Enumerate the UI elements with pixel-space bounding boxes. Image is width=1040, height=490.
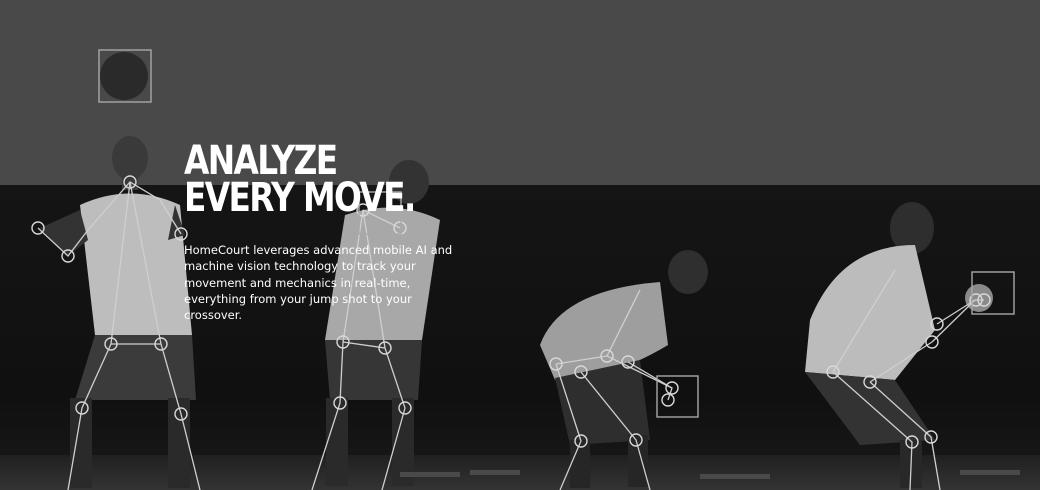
basketball-1 (100, 52, 148, 100)
court-floor-pattern (400, 470, 1020, 479)
player-figure-3 (540, 250, 708, 488)
hero-description: HomeCourt leverages advanced mobile AI a… (184, 243, 453, 323)
headline-line-2: EVERY MOVE. (184, 175, 416, 221)
hero-section: ANALYZE EVERY MOVE. HomeCourt leverages … (0, 0, 1040, 490)
player-tracking-image (31, 49, 1020, 490)
hero-headline: ANALYZE EVERY MOVE. (184, 141, 416, 221)
player-figure-4 (805, 202, 935, 488)
player-figure-1 (40, 136, 196, 488)
